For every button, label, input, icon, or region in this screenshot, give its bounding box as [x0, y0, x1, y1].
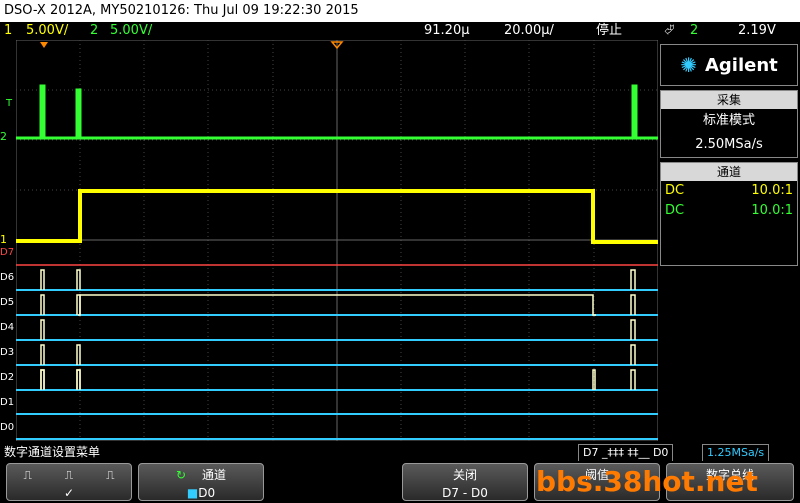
low-threshold-icon: ⎍	[23, 466, 31, 484]
ch1-probe: 10.0:1	[751, 181, 793, 201]
status-bar: 1 5.00V/ 2 5.00V/ 91.20µ 20.00µ/ 停止 ⮰ 2 …	[0, 22, 800, 40]
acquisition-panel[interactable]: 采集 标准模式 2.50MSa/s	[660, 90, 798, 158]
run-state[interactable]: 停止	[596, 22, 622, 40]
agilent-spark-icon: ✺	[680, 53, 697, 77]
d4-label[interactable]: D4	[0, 322, 14, 333]
d3-label[interactable]: D3	[0, 347, 14, 358]
waveform-display[interactable]	[16, 40, 658, 441]
channels-header: 通道	[661, 163, 797, 181]
time-offset[interactable]: 91.20µ	[424, 22, 470, 40]
threshold-select-key[interactable]: ⎍ ⎍ ⎍ ✓	[6, 463, 132, 501]
channel-markers: T 2 1 D7 D6 D5 D4 D3 D2 D1 D0	[0, 40, 16, 441]
d5-label[interactable]: D5	[0, 297, 14, 308]
digital-summary: D7 _‡‡‡ ‡‡__ D0	[578, 444, 673, 462]
channel-row-2: DC 10.0:1	[661, 201, 797, 221]
trigger-source[interactable]: 2	[690, 22, 698, 40]
off-value: D7 - D0	[403, 484, 527, 502]
channel-row-1: DC 10.0:1	[661, 181, 797, 201]
channel-value: D0	[198, 486, 215, 500]
menu-title: 数字通道设置菜单	[4, 443, 100, 461]
d1-label[interactable]: D1	[0, 397, 14, 408]
ch1-scale[interactable]: 5.00V/	[26, 22, 68, 40]
trigger-level-marker[interactable]: T	[6, 98, 12, 109]
ch2-probe: 10.0:1	[751, 201, 793, 221]
acquisition-rate: 2.50MSa/s	[661, 133, 797, 157]
rotate-knob-icon: ↻	[176, 468, 186, 482]
d7-label[interactable]: D7	[0, 247, 14, 258]
acquisition-mode: 标准模式	[661, 109, 797, 133]
ch2-scale[interactable]: 5.00V/	[110, 22, 152, 40]
brand-logo: ✺ Agilent	[660, 44, 798, 86]
check-icon: ✓	[7, 484, 131, 502]
channel-select-key[interactable]: ↻ 通道 ■D0	[138, 463, 264, 501]
message-bar: 数字通道设置菜单 D7 _‡‡‡ ‡‡__ D0 1.25MSa/s	[0, 443, 800, 461]
channel-color-icon: ■	[187, 486, 198, 500]
d0-label[interactable]: D0	[0, 422, 14, 433]
ch2-ground-marker[interactable]: 2	[0, 130, 7, 143]
d2-label[interactable]: D2	[0, 372, 14, 383]
brand-name: Agilent	[705, 55, 778, 76]
mid-threshold-icon: ⎍	[65, 466, 73, 484]
side-panel: ✺ Agilent 采集 标准模式 2.50MSa/s 通道 DC 10.0:1…	[660, 44, 798, 266]
acquisition-header: 采集	[661, 91, 797, 109]
ch1-coupling: DC	[665, 181, 684, 201]
channel-label: 通道	[202, 468, 226, 482]
d6-label[interactable]: D6	[0, 272, 14, 283]
time-scale[interactable]: 20.00µ/	[504, 22, 554, 40]
watermark: bbs.38hot.net	[536, 465, 758, 498]
off-label: 关闭	[403, 464, 527, 484]
ch2-number[interactable]: 2	[90, 22, 98, 40]
digital-sample-rate: 1.25MSa/s	[702, 444, 769, 462]
high-threshold-icon: ⎍	[106, 466, 114, 484]
ch1-ground-marker[interactable]: 1	[0, 233, 7, 246]
channels-panel[interactable]: 通道 DC 10.0:1 DC 10.0:1	[660, 162, 798, 266]
ch1-number[interactable]: 1	[4, 22, 12, 40]
window-title: DSO-X 2012A, MY50210126: Thu Jul 09 19:2…	[0, 0, 800, 22]
waveform-grid	[16, 40, 658, 441]
trigger-level[interactable]: 2.19V	[738, 22, 776, 40]
ch2-coupling: DC	[665, 201, 684, 221]
trigger-edge-icon: ⮰	[664, 22, 674, 40]
channel-off-key[interactable]: 关闭 D7 - D0	[402, 463, 528, 501]
